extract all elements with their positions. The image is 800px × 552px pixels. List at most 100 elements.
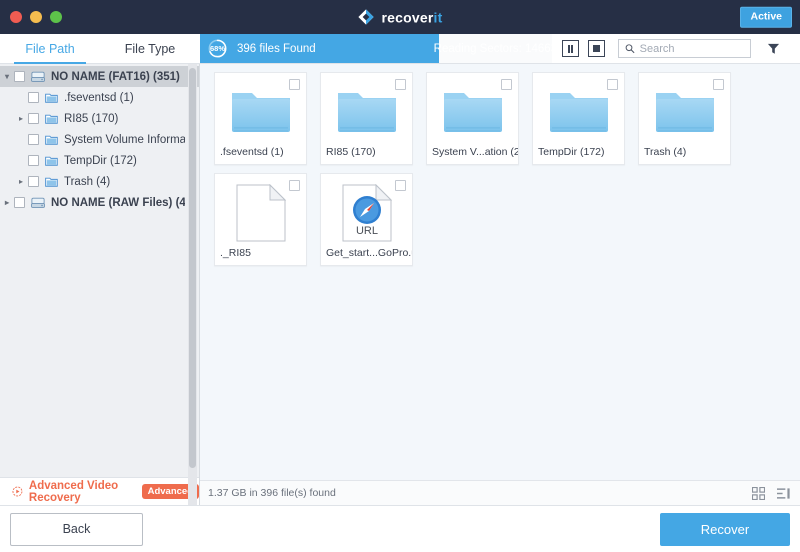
tree-item-checkbox[interactable] <box>28 176 39 187</box>
file-name-label: System V...ation (2) <box>432 146 518 158</box>
tree-item-label: TempDir (172) <box>64 154 137 167</box>
tree-item-checkbox[interactable] <box>14 71 25 82</box>
file-card[interactable]: URL Get_start...GoPro.url <box>320 173 413 266</box>
file-card-checkbox[interactable] <box>607 79 618 90</box>
chevron-right-icon[interactable]: ▸ <box>0 198 14 207</box>
close-window-button[interactable] <box>10 11 22 23</box>
file-card-checkbox[interactable] <box>289 79 300 90</box>
window-controls <box>0 11 62 23</box>
chevron-down-icon[interactable]: ▾ <box>0 72 14 81</box>
tree-item-label: Trash (4) <box>64 175 111 188</box>
app-logo: recoverit <box>358 9 443 26</box>
main-body: ▾ NO NAME (FAT16) (351) .fseventsd (1) ▸ RI8… <box>0 64 800 505</box>
tree-item-checkbox[interactable] <box>28 134 39 145</box>
tab-bar: File Path File Type <box>0 34 200 64</box>
advanced-video-recovery-label: Advanced Video Recovery <box>28 479 119 504</box>
tree-item-label: NO NAME (RAW Files) (45) <box>51 196 185 209</box>
file-name-label: Get_start...GoPro.url <box>326 247 412 259</box>
file-card-checkbox[interactable] <box>395 180 406 191</box>
advanced-video-recovery-button[interactable]: Advanced Video Recovery Advanced <box>0 477 199 505</box>
tree-item-label: System Volume Information ( <box>64 133 185 146</box>
file-path-tree: ▾ NO NAME (FAT16) (351) .fseventsd (1) ▸ RI8… <box>0 64 199 477</box>
stop-icon <box>593 45 600 52</box>
file-card[interactable]: ._RI85 <box>214 173 307 266</box>
tree-item[interactable]: ▸ Trash (4) <box>0 171 199 192</box>
file-card[interactable]: TempDir (172) <box>532 72 625 165</box>
pause-scan-button[interactable] <box>562 40 579 57</box>
document-thumb-icon <box>236 183 286 241</box>
back-button[interactable]: Back <box>10 512 143 546</box>
drive-icon <box>31 197 45 208</box>
folder-icon <box>45 177 58 187</box>
reading-sectors-label: Reading Sectors: 1466368 / 3854201 <box>433 42 552 55</box>
toolbar-actions <box>552 34 800 63</box>
file-name-label: RI85 (170) <box>326 146 376 158</box>
tree-item[interactable]: ▸ RI85 (170) <box>0 108 199 129</box>
title-bar: recoverit Active <box>0 0 800 34</box>
tab-file-type[interactable]: File Type <box>100 34 200 64</box>
video-recovery-icon <box>12 486 23 497</box>
status-bar: 1.37 GB in 396 file(s) found <box>200 480 800 505</box>
scan-percent-ring: 68% <box>208 39 227 58</box>
tree-item-checkbox[interactable] <box>28 92 39 103</box>
footer: Back Recover <box>0 505 800 552</box>
view-toggle-group <box>752 486 790 500</box>
file-name-label: Trash (4) <box>644 146 687 158</box>
file-name-label: TempDir (172) <box>538 146 605 158</box>
folder-icon <box>45 114 58 124</box>
tree-item-checkbox[interactable] <box>28 113 39 124</box>
scan-percent-label: 68% <box>209 44 225 53</box>
file-card-checkbox[interactable] <box>289 180 300 191</box>
recoverit-window: recoverit Active File Path File Type 68%… <box>0 0 800 552</box>
file-card[interactable]: RI85 (170) <box>320 72 413 165</box>
tree-item[interactable]: ▾ NO NAME (FAT16) (351) <box>0 66 199 87</box>
sidebar: ▾ NO NAME (FAT16) (351) .fseventsd (1) ▸ RI8… <box>0 64 200 505</box>
grid-view-icon[interactable] <box>752 486 765 500</box>
stop-scan-button[interactable] <box>588 40 605 57</box>
folder-icon <box>45 156 58 166</box>
tab-file-path[interactable]: File Path <box>0 34 100 64</box>
app-name: recoverit <box>381 9 443 25</box>
file-card-checkbox[interactable] <box>713 79 724 90</box>
tree-item-label: NO NAME (FAT16) (351) <box>51 70 180 83</box>
tree-item-label: .fseventsd (1) <box>64 91 134 104</box>
tree-item[interactable]: ▸ NO NAME (RAW Files) (45) <box>0 192 199 213</box>
filter-funnel-icon[interactable] <box>767 42 780 55</box>
file-card[interactable]: System V...ation (2) <box>426 72 519 165</box>
tree-item-checkbox[interactable] <box>28 155 39 166</box>
tree-item[interactable]: TempDir (172) <box>0 150 199 171</box>
svg-text:URL: URL <box>355 225 377 237</box>
sidebar-scrollbar-thumb[interactable] <box>189 68 196 468</box>
content-panel: .fseventsd (1) RI85 (170) System V...ation… <box>200 64 800 505</box>
tree-item[interactable]: System Volume Information ( <box>0 129 199 150</box>
file-card[interactable]: Trash (4) <box>638 72 731 165</box>
chevron-right-icon[interactable]: ▸ <box>14 177 28 186</box>
status-badge[interactable]: Active <box>740 6 792 28</box>
tree-item-checkbox[interactable] <box>14 197 25 208</box>
search-box[interactable] <box>618 39 751 58</box>
file-name-label: .fseventsd (1) <box>220 146 284 158</box>
tree-item[interactable]: .fseventsd (1) <box>0 87 199 108</box>
chevron-right-icon[interactable]: ▸ <box>14 114 28 123</box>
url-thumb-icon: URL <box>342 183 392 241</box>
drive-icon <box>31 71 45 82</box>
file-card[interactable]: .fseventsd (1) <box>214 72 307 165</box>
list-view-icon[interactable] <box>777 487 790 500</box>
file-card-checkbox[interactable] <box>395 79 406 90</box>
folder-icon <box>45 135 58 145</box>
maximize-window-button[interactable] <box>50 11 62 23</box>
file-card-checkbox[interactable] <box>501 79 512 90</box>
file-name-label: ._RI85 <box>220 247 251 259</box>
search-input[interactable] <box>639 42 744 55</box>
files-found-label: 396 files Found <box>237 42 316 55</box>
recoverit-diamond-icon <box>358 9 374 25</box>
minimize-window-button[interactable] <box>30 11 42 23</box>
file-grid: .fseventsd (1) RI85 (170) System V...ation… <box>200 64 800 480</box>
folder-thumb-icon <box>549 92 608 132</box>
tree-item-label: RI85 (170) <box>64 112 119 125</box>
recover-button[interactable]: Recover <box>660 512 790 546</box>
scan-progress-bar: 68% 396 files Found Reading Sectors: 146… <box>200 34 552 63</box>
status-summary: 1.37 GB in 396 file(s) found <box>208 487 336 499</box>
toolbar: File Path File Type 68% 396 files Found … <box>0 34 800 64</box>
pause-icon <box>567 44 574 53</box>
